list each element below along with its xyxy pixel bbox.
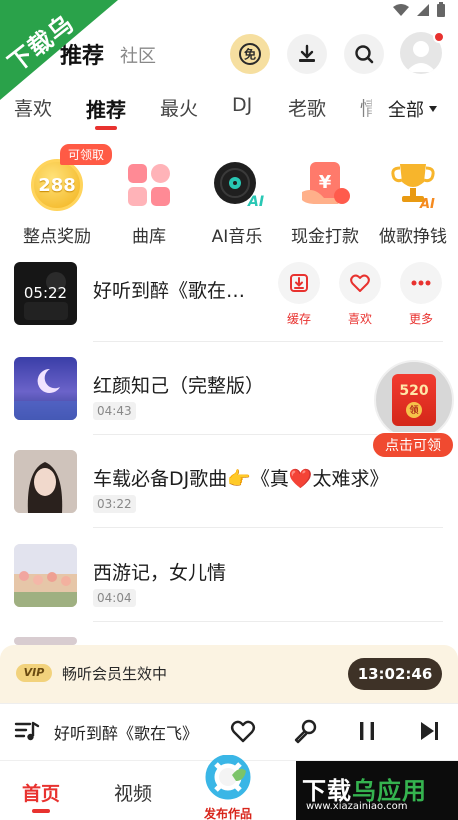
pause-button[interactable]: [352, 716, 382, 746]
song-cover: [14, 544, 77, 607]
next-track-button[interactable]: [414, 716, 444, 746]
song-title: 西游记，女儿情: [93, 562, 227, 584]
playlist-icon: [14, 721, 40, 741]
more-dots-icon: [411, 280, 431, 286]
shortcut-label: AI音乐: [211, 227, 263, 247]
bottom-nav: 首页 视频 发布作品 下载乌应用 www.xiazainiao.com: [0, 754, 458, 820]
mini-player[interactable]: 好听到醉《歌在飞》: [0, 703, 458, 759]
coin-value: 288: [38, 174, 76, 196]
pause-icon: [360, 722, 374, 740]
song-cover-partial: [14, 637, 77, 645]
action-label: 更多: [408, 312, 433, 326]
player-song-title: 好听到醉《歌在飞》: [54, 724, 199, 743]
vip-free-icon: 免: [239, 43, 261, 65]
more-button[interactable]: 更多: [399, 262, 443, 327]
song-title: 车载必备DJ歌曲👉《真❤️太难求》: [93, 468, 389, 490]
song-duration: 04:43: [93, 402, 136, 420]
like-button[interactable]: 喜欢: [338, 262, 382, 327]
banner-url: www.xiazainiao.com: [306, 801, 408, 812]
cover-duration: 05:22: [23, 284, 68, 302]
nav-active-indicator: [32, 809, 50, 813]
svg-text:¥: ¥: [319, 172, 332, 193]
cache-download-icon: [290, 274, 308, 292]
packet-claim-token: 领: [406, 401, 422, 418]
nav-home[interactable]: 首页: [22, 779, 60, 806]
song-cover: [14, 450, 77, 513]
karaoke-button[interactable]: [290, 716, 320, 746]
song-duration: 03:22: [93, 495, 136, 513]
red-packet-icon: 520 领: [392, 374, 436, 426]
vip-status-text: 畅听会员生效中: [62, 665, 168, 683]
divider: [93, 621, 443, 622]
divider: [93, 527, 443, 528]
all-categories-button[interactable]: 全部: [388, 96, 438, 122]
search-button[interactable]: [344, 34, 384, 74]
red-packet-bubble: 520 领: [374, 360, 454, 440]
trophy-ai-icon: AI: [391, 164, 435, 212]
cash-payout-icon: ¥: [302, 162, 350, 204]
microphone-icon: [294, 719, 317, 744]
signal-icon: [417, 4, 429, 16]
svg-text:AI: AI: [419, 197, 435, 212]
active-tab-indicator: [95, 126, 117, 130]
ai-vinyl-icon: AI: [214, 162, 264, 210]
cache-button[interactable]: 缓存: [277, 262, 321, 327]
publish-lifebuoy-icon: [205, 754, 251, 800]
song-title: 红颜知己（完整版）: [93, 375, 265, 397]
divider: [93, 341, 443, 342]
download-button[interactable]: [287, 34, 327, 74]
song-cover: 05:22: [14, 262, 77, 325]
shortcut-label: 做歌挣钱: [379, 227, 447, 247]
corner-watermark: 下载乌: [0, 0, 130, 110]
all-label: 全部: [388, 100, 424, 121]
battery-icon: [437, 2, 445, 17]
wifi-icon: [393, 4, 409, 16]
shortcut-ai-music[interactable]: AI AI音乐: [192, 148, 282, 247]
watermark-banner: 下载乌应用 www.xiazainiao.com: [296, 761, 458, 820]
svg-text:AI: AI: [247, 194, 264, 210]
tab-oldies[interactable]: 老歌: [288, 94, 326, 121]
red-packet-float[interactable]: 520 领 点击可领: [372, 358, 454, 458]
shortcut-label: 曲库: [132, 227, 166, 247]
shortcut-cash-payout[interactable]: ¥ 现金打款: [280, 148, 370, 247]
download-icon: [299, 44, 315, 62]
song-title: 好听到醉《歌在…: [93, 280, 246, 302]
packet-label: 点击可领: [372, 432, 454, 458]
shortcut-label: 现金打款: [291, 227, 359, 247]
shortcut-make-song[interactable]: AI 做歌挣钱: [368, 148, 458, 247]
shortcut-library[interactable]: 曲库: [104, 148, 194, 247]
player-like-button[interactable]: [228, 716, 258, 746]
caret-down-icon: [429, 106, 437, 112]
publish-label: 发布作品: [203, 807, 252, 820]
action-label: 缓存: [286, 312, 311, 326]
tab-hottest[interactable]: 最火: [160, 94, 198, 121]
shortcut-hourly-reward[interactable]: 可领取 288 整点奖励: [12, 144, 113, 247]
vip-status-bar[interactable]: VIP 畅听会员生效中 13:02:46: [0, 645, 458, 703]
action-label: 喜欢: [347, 312, 372, 326]
song-duration: 04:04: [93, 589, 136, 607]
claim-badge: 可领取: [60, 144, 113, 165]
nav-video[interactable]: 视频: [114, 779, 152, 806]
vip-badge: VIP: [16, 664, 52, 682]
heart-icon: [350, 274, 370, 292]
library-grid-icon: [128, 164, 170, 206]
heart-outline-icon: [230, 720, 256, 743]
notification-dot: [433, 31, 445, 43]
coin-icon: 288: [31, 159, 83, 211]
svg-text:免: 免: [244, 47, 256, 62]
shortcut-row: 可领取 288 整点奖励 曲库 AI AI音乐 ¥ 现金打款 AI 做歌挣钱: [0, 144, 458, 247]
vip-countdown: 13:02:46: [348, 658, 442, 690]
shortcut-label: 整点奖励: [23, 227, 91, 247]
song-cover: [14, 357, 77, 420]
search-icon: [355, 45, 374, 64]
packet-amount: 520: [399, 382, 429, 399]
playlist-button[interactable]: [12, 716, 42, 746]
vip-free-button[interactable]: 免: [230, 34, 270, 74]
next-track-icon: [421, 722, 438, 740]
publish-button[interactable]: 发布作品: [196, 754, 260, 820]
tab-dj[interactable]: DJ: [232, 94, 252, 116]
tabs-fade: [355, 90, 380, 132]
list-item[interactable]: 05:22 好听到醉《歌在… 缓存 喜欢 更多: [0, 262, 458, 352]
